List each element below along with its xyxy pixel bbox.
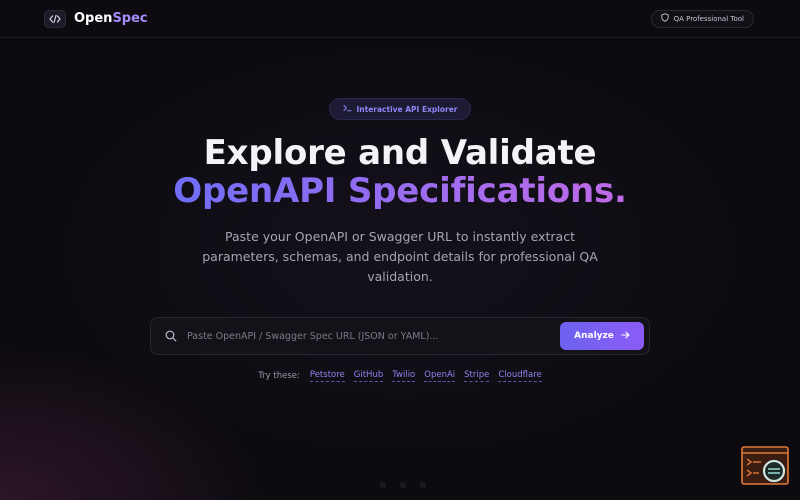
indicator-dot — [420, 482, 426, 488]
brand-name: OpenSpec — [74, 11, 148, 26]
shield-icon — [660, 13, 669, 24]
interactive-explorer-pill: Interactive API Explorer — [329, 98, 471, 120]
example-link-openai[interactable]: OpenAi — [424, 370, 456, 382]
hero-title-line2: OpenAPI Specifications. — [173, 171, 627, 211]
help-widget-button[interactable] — [741, 446, 789, 486]
hero-subtitle: Paste your OpenAPI or Swagger URL to ins… — [202, 229, 598, 284]
arrow-right-icon — [621, 331, 630, 342]
indicator-dot — [400, 482, 406, 488]
analyze-button[interactable]: Analyze — [560, 322, 644, 350]
terminal-icon — [343, 104, 352, 114]
scroll-indicator-dots — [380, 482, 426, 488]
qa-badge-label: QA Professional Tool — [673, 14, 744, 23]
analyze-button-label: Analyze — [574, 331, 614, 341]
qa-professional-badge: QA Professional Tool — [650, 9, 754, 28]
pill-label: Interactive API Explorer — [356, 104, 458, 114]
example-specs-row: Try these: Petstore GitHub Twilio OpenAi… — [0, 370, 800, 382]
code-icon — [44, 9, 66, 28]
spec-url-search-bar: Analyze — [150, 317, 650, 355]
brand-logo[interactable]: OpenSpec — [44, 9, 148, 28]
hero-title-line1: Explore and Validate — [203, 133, 597, 173]
hero-title: Explore and Validate OpenAPI Specificati… — [0, 134, 800, 210]
console-search-icon — [741, 446, 789, 485]
brand-name-part1: Open — [74, 11, 113, 26]
spec-url-input[interactable] — [187, 321, 560, 351]
example-link-cloudflare[interactable]: Cloudflare — [498, 370, 542, 382]
examples-label: Try these: — [258, 371, 300, 381]
top-navbar: OpenSpec QA Professional Tool — [0, 0, 800, 38]
brand-name-part2: Spec — [112, 11, 148, 26]
example-link-twilio[interactable]: Twilio — [392, 370, 416, 382]
example-link-stripe[interactable]: Stripe — [464, 370, 490, 382]
search-icon — [165, 327, 177, 346]
example-link-github[interactable]: GitHub — [353, 370, 384, 382]
indicator-dot — [380, 482, 386, 488]
example-link-petstore[interactable]: Petstore — [309, 370, 345, 382]
